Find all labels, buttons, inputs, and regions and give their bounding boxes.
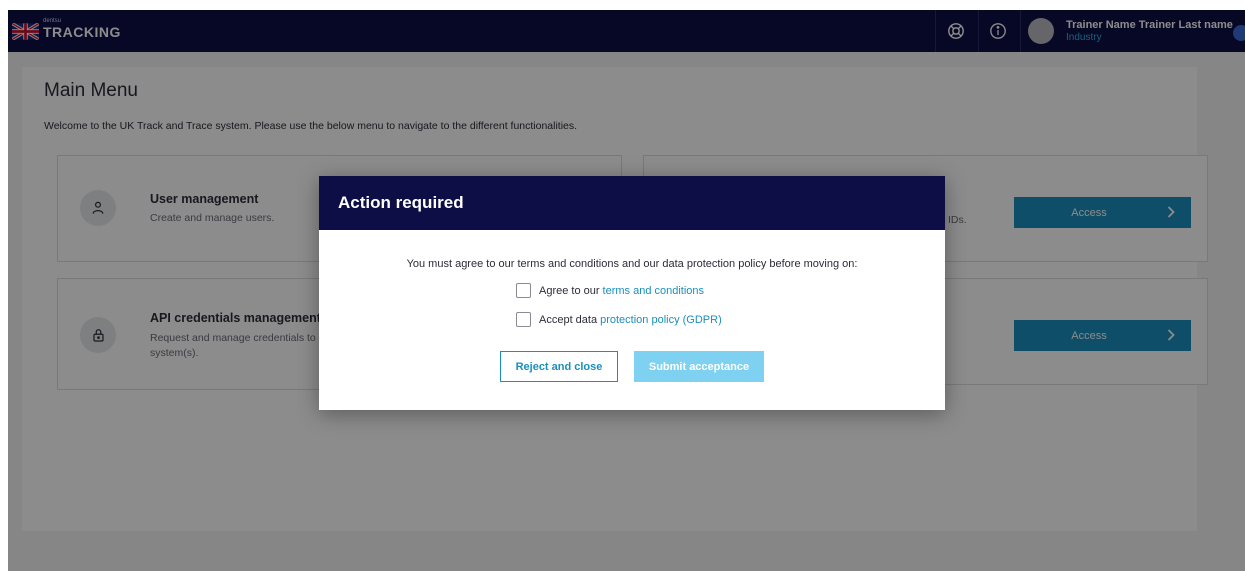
gdpr-checkbox-row: Accept data protection policy (GDPR) (516, 312, 722, 327)
terms-link[interactable]: terms and conditions (603, 285, 705, 297)
modal-message: You must agree to our terms and conditio… (406, 258, 858, 270)
modal-header: Action required (319, 176, 945, 230)
submit-acceptance-button[interactable]: Submit acceptance (634, 351, 764, 382)
terms-checkbox-row: Agree to our terms and conditions (516, 283, 704, 298)
terms-label: Agree to our (539, 284, 600, 297)
reject-and-close-button[interactable]: Reject and close (500, 351, 618, 382)
gdpr-label: Accept data (539, 313, 598, 326)
gdpr-checkbox[interactable] (516, 312, 531, 327)
action-required-modal: Action required You must agree to our te… (319, 176, 945, 410)
terms-checkbox[interactable] (516, 283, 531, 298)
gdpr-link[interactable]: protection policy (GDPR) (600, 314, 722, 326)
modal-title: Action required (338, 193, 464, 212)
